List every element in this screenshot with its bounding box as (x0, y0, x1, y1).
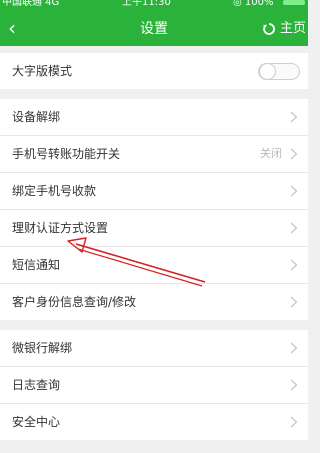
battery-label: ◎ 100% (233, 0, 274, 8)
settings-group-display: 大字版模式 (0, 53, 308, 89)
setting-label: 短信通知 (12, 258, 61, 272)
back-button[interactable]: ‹ (8, 12, 32, 46)
setting-sms-notification[interactable]: 短信通知 (0, 247, 308, 284)
chevron-right-icon (290, 259, 298, 271)
status-time: 上午11:30 (122, 0, 171, 8)
home-label: 主页 (279, 21, 306, 36)
setting-device-unbind[interactable]: 设备解绑 (0, 99, 308, 136)
status-bar: 中国联通 4G 上午11:30 ◎ 100% (0, 0, 308, 12)
chevron-right-icon (290, 416, 298, 428)
setting-value: 关闭 (260, 147, 282, 160)
setting-label: 设备解绑 (12, 110, 61, 124)
setting-bind-phone-receive[interactable]: 绑定手机号收款 (0, 173, 308, 210)
nav-bar: ‹ 设置 主页 (0, 12, 308, 46)
setting-wechat-bank-unbind[interactable]: 微银行解绑 (0, 330, 308, 367)
chevron-right-icon (290, 185, 298, 197)
chevron-right-icon (290, 379, 298, 391)
toggle-knob (259, 63, 276, 80)
carrier-label: 中国联通 4G (2, 0, 60, 8)
setting-phone-transfer-switch[interactable]: 手机号转账功能开关 关闭 (0, 136, 308, 173)
setting-label: 微银行解绑 (12, 341, 73, 355)
setting-label: 理财认证方式设置 (12, 221, 109, 235)
setting-log-query[interactable]: 日志查询 (0, 367, 308, 404)
battery-icon (283, 0, 305, 5)
setting-customer-identity[interactable]: 客户身份信息查询/修改 (0, 284, 308, 320)
chevron-right-icon (290, 342, 298, 354)
chevron-right-icon (290, 111, 298, 123)
setting-label: 客户身份信息查询/修改 (12, 295, 137, 309)
setting-label: 日志查询 (12, 378, 61, 392)
settings-list: 大字版模式 设备解绑 手机号转账功能开关 关闭 绑定手机号收款 理财认证方式设置… (0, 46, 308, 440)
large-font-toggle[interactable] (258, 63, 300, 80)
setting-security-center[interactable]: 安全中心 (0, 404, 308, 440)
home-button[interactable]: 主页 (262, 12, 306, 46)
setting-wealth-auth[interactable]: 理财认证方式设置 (0, 210, 308, 247)
chevron-right-icon (290, 148, 298, 160)
home-refresh-icon (262, 22, 275, 35)
setting-label: 大字版模式 (12, 64, 73, 78)
chevron-left-icon: ‹ (8, 16, 16, 40)
settings-group-account: 设备解绑 手机号转账功能开关 关闭 绑定手机号收款 理财认证方式设置 短信通知 … (0, 99, 308, 320)
setting-label: 安全中心 (12, 415, 61, 429)
chevron-right-icon (290, 296, 298, 308)
setting-label: 绑定手机号收款 (12, 184, 97, 198)
chevron-right-icon (290, 222, 298, 234)
setting-label: 手机号转账功能开关 (12, 147, 121, 161)
setting-large-font-mode[interactable]: 大字版模式 (0, 53, 308, 89)
settings-group-other: 微银行解绑 日志查询 安全中心 (0, 330, 308, 440)
